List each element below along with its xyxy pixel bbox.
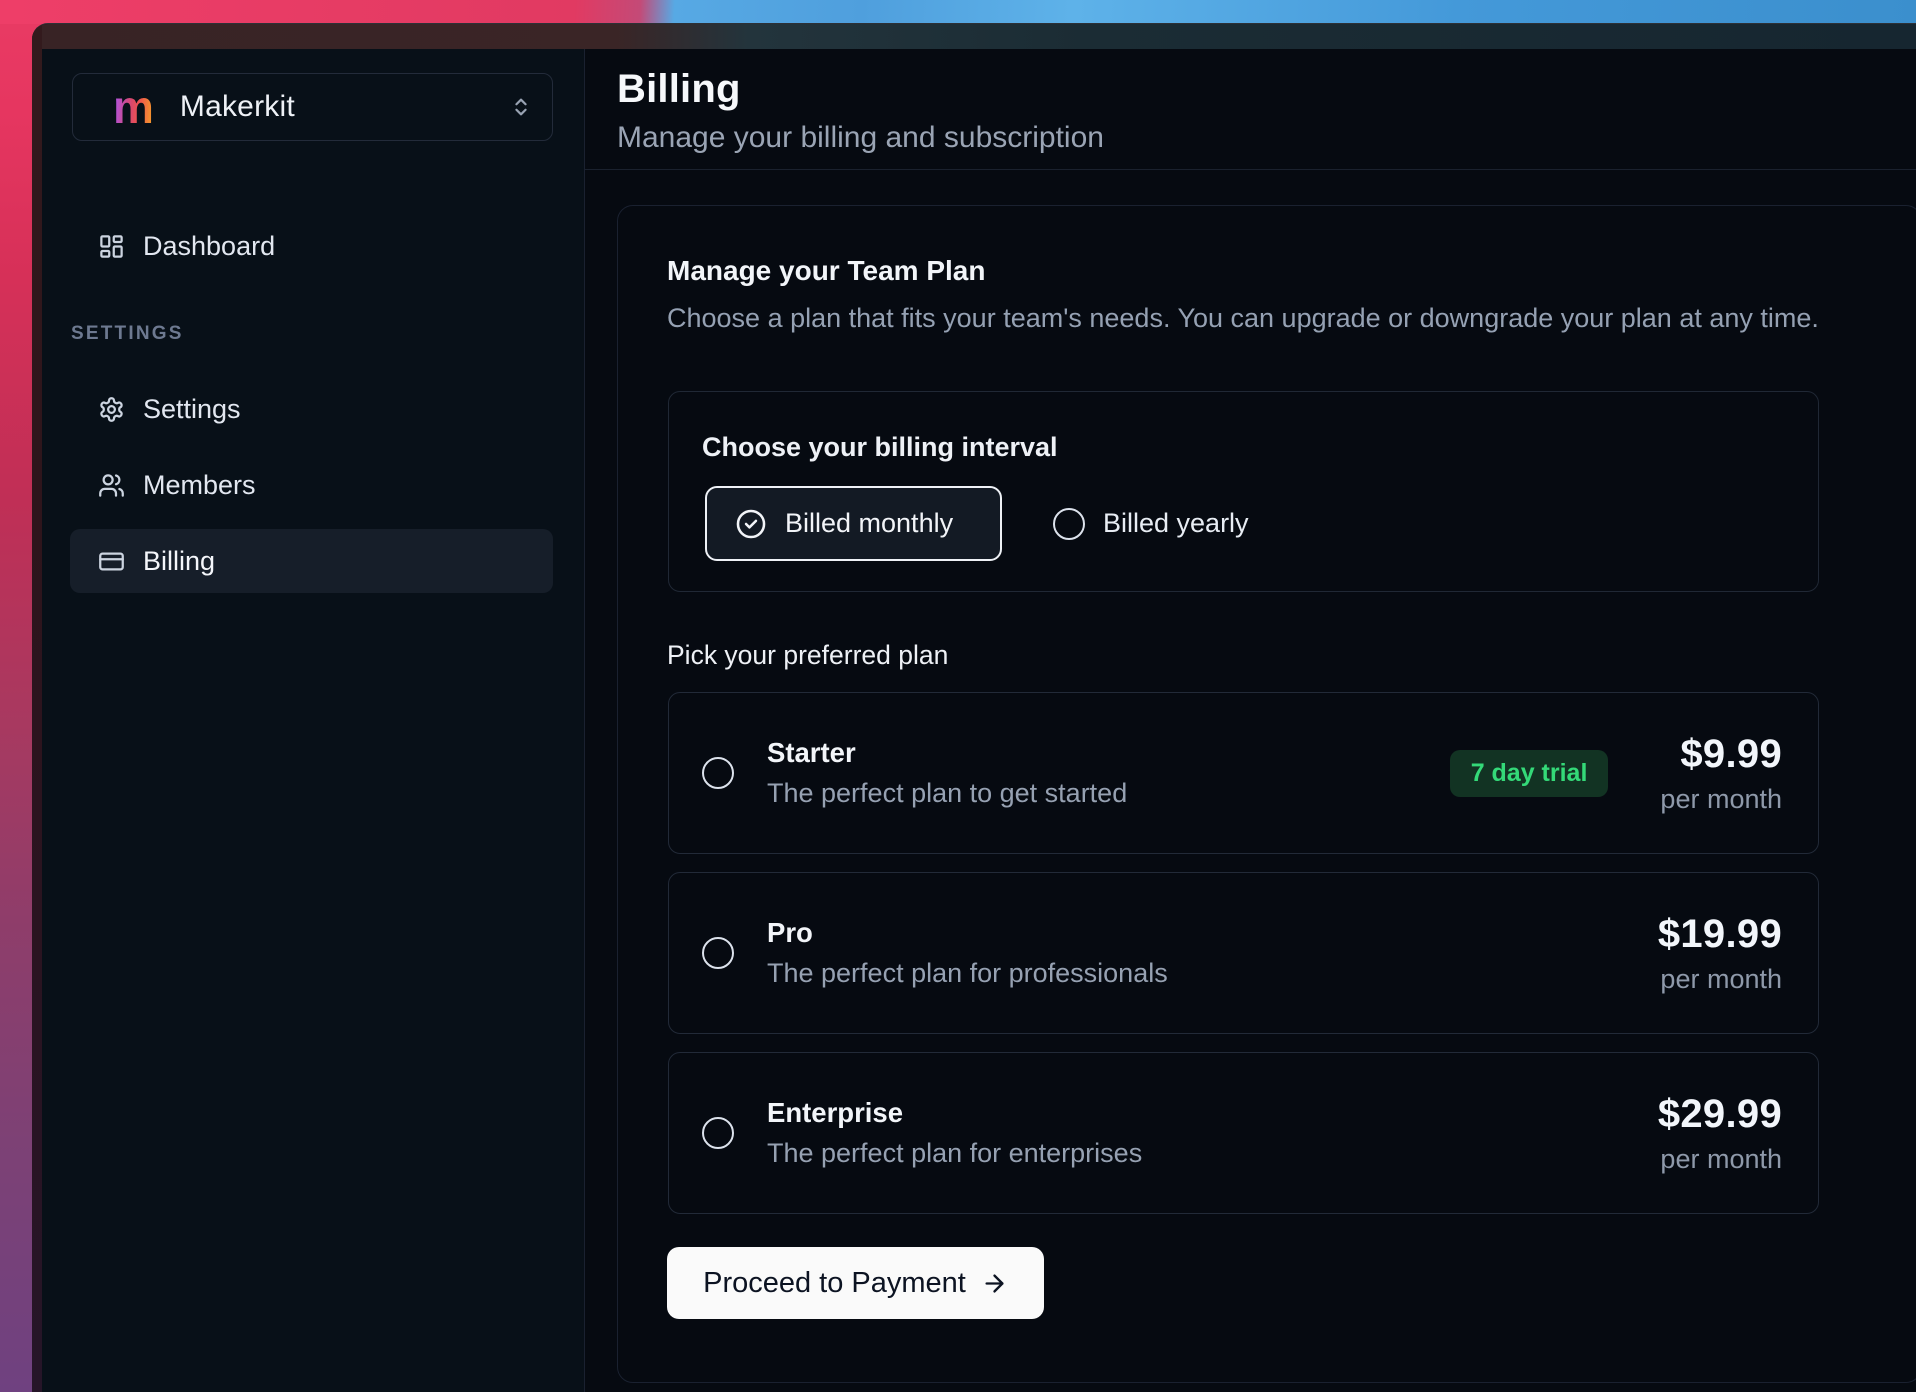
radio-circle-icon bbox=[702, 937, 734, 969]
sidebar: m Makerkit Dashboard SETTINGS Settings M… bbox=[42, 49, 585, 1392]
team-plan-card: Manage your Team Plan Choose a plan that… bbox=[617, 205, 1916, 1383]
interval-option-label: Billed monthly bbox=[785, 508, 953, 539]
chevrons-up-down-icon bbox=[510, 96, 532, 118]
plan-price: $19.99 bbox=[1658, 912, 1782, 957]
card-subtitle: Choose a plan that fits your team's need… bbox=[667, 303, 1819, 334]
sidebar-item-billing[interactable]: Billing bbox=[70, 529, 553, 593]
plan-option-enterprise[interactable]: Enterprise The perfect plan for enterpri… bbox=[668, 1052, 1819, 1214]
workspace-name: Makerkit bbox=[180, 90, 295, 124]
plan-option-pro[interactable]: Pro The perfect plan for professionals $… bbox=[668, 872, 1819, 1034]
sidebar-item-dashboard[interactable]: Dashboard bbox=[70, 214, 553, 278]
plan-description: The perfect plan to get started bbox=[767, 778, 1127, 809]
plan-price: $29.99 bbox=[1658, 1092, 1782, 1137]
proceed-to-payment-button[interactable]: Proceed to Payment bbox=[667, 1247, 1044, 1319]
page-subtitle: Manage your billing and subscription bbox=[617, 119, 1104, 157]
radio-circle-icon bbox=[702, 757, 734, 789]
trial-badge: 7 day trial bbox=[1450, 750, 1609, 797]
sidebar-item-label: Dashboard bbox=[143, 231, 275, 262]
plan-period: per month bbox=[1658, 1144, 1782, 1175]
desktop-wallpaper-top bbox=[0, 0, 1916, 24]
billing-interval-box: Choose your billing interval Billed mont… bbox=[668, 391, 1819, 592]
plan-name: Enterprise bbox=[767, 1097, 1142, 1129]
sidebar-item-label: Members bbox=[143, 470, 256, 501]
sidebar-item-label: Settings bbox=[143, 394, 241, 425]
main-content: Billing Manage your billing and subscrip… bbox=[585, 49, 1916, 1392]
plan-name: Starter bbox=[767, 737, 1127, 769]
header-divider bbox=[585, 169, 1916, 170]
plan-price: $9.99 bbox=[1660, 732, 1782, 777]
workspace-switcher[interactable]: m Makerkit bbox=[72, 73, 553, 141]
billing-interval-label: Choose your billing interval bbox=[702, 432, 1058, 463]
plan-description: The perfect plan for professionals bbox=[767, 958, 1168, 989]
gear-icon bbox=[98, 396, 125, 423]
plan-period: per month bbox=[1660, 784, 1782, 815]
plan-period: per month bbox=[1658, 964, 1782, 995]
radio-circle-icon bbox=[702, 1117, 734, 1149]
card-title: Manage your Team Plan bbox=[667, 255, 985, 287]
sidebar-item-settings[interactable]: Settings bbox=[70, 377, 553, 441]
interval-option-yearly[interactable]: Billed yearly bbox=[1053, 486, 1249, 561]
interval-option-monthly[interactable]: Billed monthly bbox=[705, 486, 1002, 561]
sidebar-section-settings: SETTINGS bbox=[71, 323, 184, 345]
credit-card-icon bbox=[98, 548, 125, 575]
arrow-right-icon bbox=[981, 1270, 1008, 1297]
window-left-edge bbox=[32, 24, 42, 1392]
radio-circle-icon bbox=[1053, 508, 1085, 540]
plan-option-starter[interactable]: Starter The perfect plan to get started … bbox=[668, 692, 1819, 854]
sidebar-item-members[interactable]: Members bbox=[70, 453, 553, 517]
sidebar-item-label: Billing bbox=[143, 546, 215, 577]
window-titlebar bbox=[32, 24, 1916, 49]
proceed-to-payment-label: Proceed to Payment bbox=[703, 1267, 966, 1300]
plan-picker-label: Pick your preferred plan bbox=[667, 640, 948, 671]
app-window: m Makerkit Dashboard SETTINGS Settings M… bbox=[32, 23, 1916, 1392]
plan-name: Pro bbox=[767, 917, 1168, 949]
page-title: Billing bbox=[617, 65, 741, 113]
plan-description: The perfect plan for enterprises bbox=[767, 1138, 1142, 1169]
interval-option-label: Billed yearly bbox=[1103, 508, 1249, 539]
makerkit-logo: m bbox=[113, 84, 154, 130]
dashboard-icon bbox=[98, 233, 125, 260]
circle-check-icon bbox=[734, 507, 768, 541]
users-icon bbox=[98, 472, 125, 499]
